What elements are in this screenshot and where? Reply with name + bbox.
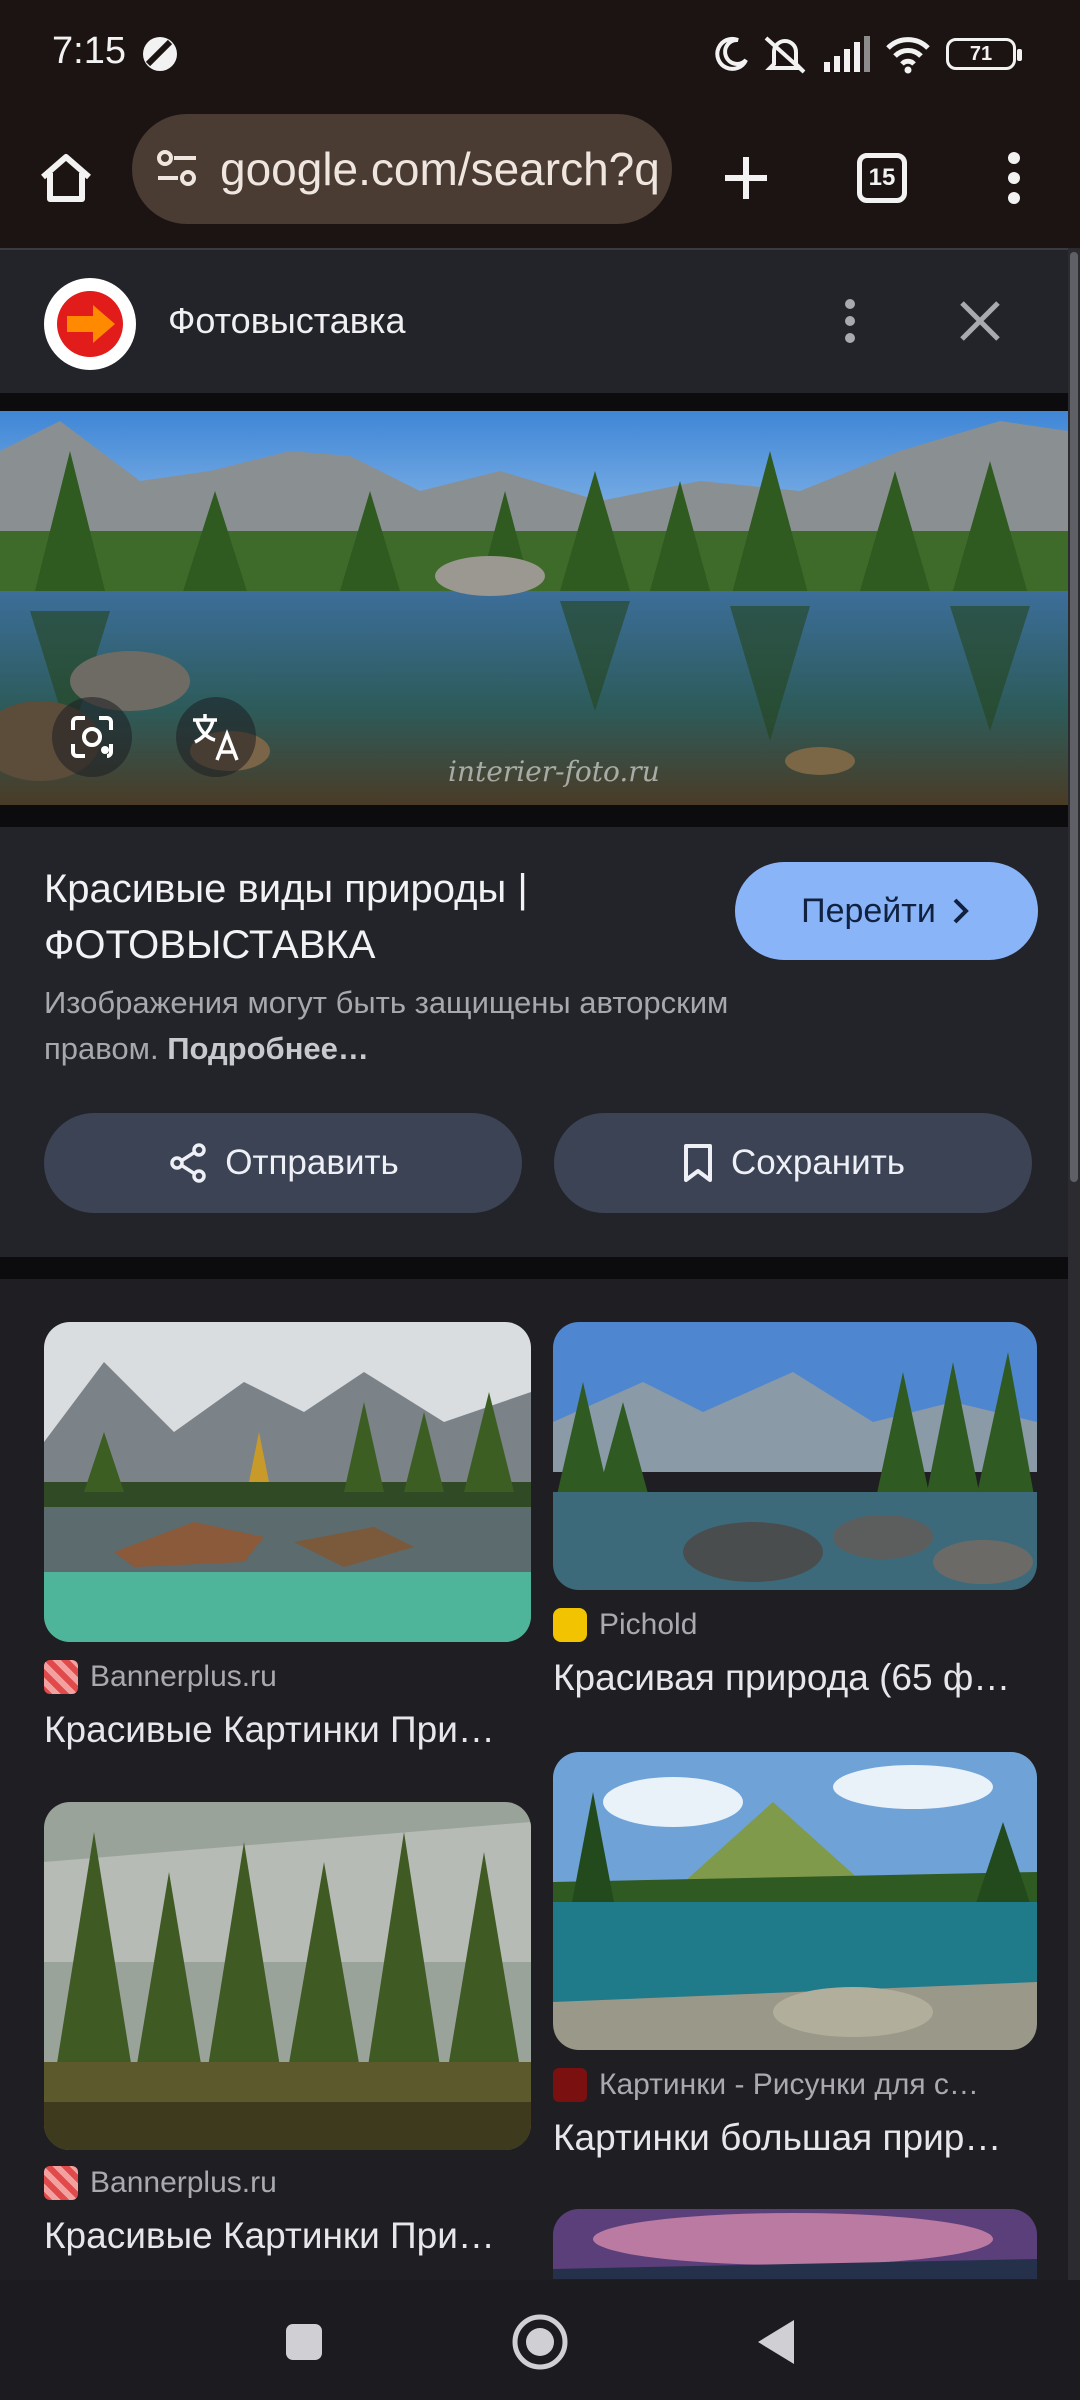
browser-menu-button[interactable] <box>974 138 1054 218</box>
related-source-3: Bannerplus.ru <box>44 2166 277 2200</box>
circle-home-icon <box>512 2314 568 2370</box>
square-recents-icon <box>286 2324 322 2360</box>
share-button[interactable]: Отправить <box>44 1113 522 1213</box>
related-caption-3[interactable]: Красивые Картинки При… <box>44 2215 531 2257</box>
chevron-right-icon <box>953 898 969 924</box>
related-source-4: Картинки - Рисунки для с… <box>553 2068 979 2102</box>
translate-button[interactable] <box>176 697 256 777</box>
result-title[interactable]: Красивые виды природы | ФОТОВЫСТАВКА <box>44 861 684 973</box>
related-source-2: Pichold <box>553 1608 697 1642</box>
status-bar: 7:15 71 <box>0 0 1080 108</box>
source-name: Pichold <box>599 1608 698 1641</box>
battery-icon: 71 <box>946 38 1022 70</box>
bannerplus-favicon-icon <box>44 2166 78 2200</box>
site-name: Фотовыставка <box>168 300 406 341</box>
save-button[interactable]: Сохранить <box>554 1113 1032 1213</box>
more-vert-icon <box>1008 152 1020 204</box>
browser-top-area: 7:15 71 google.com/search?q 15 <box>0 0 1080 248</box>
signal-icon <box>822 34 872 79</box>
separator <box>0 805 1068 827</box>
image-viewer-header: Фотовыставка <box>0 248 1068 393</box>
related-image-2[interactable] <box>553 1322 1037 1590</box>
share-icon <box>170 1143 206 1183</box>
tab-count: 15 <box>857 153 907 203</box>
pichold-favicon-icon <box>553 1608 587 1642</box>
home-nav-button[interactable] <box>500 2302 580 2382</box>
site-settings-icon[interactable] <box>152 144 202 199</box>
separator <box>0 393 1068 411</box>
image-watermark: interier-foto.ru <box>448 755 660 788</box>
visit-site-button[interactable]: Перейти <box>735 862 1038 960</box>
status-time: 7:15 <box>52 30 126 72</box>
tab-switcher-button[interactable]: 15 <box>842 138 922 218</box>
close-icon <box>960 301 1000 341</box>
related-caption-4[interactable]: Картинки большая прир… <box>553 2117 1037 2159</box>
recents-button[interactable] <box>264 2302 344 2382</box>
bannerplus-favicon-icon <box>44 1660 78 1694</box>
triangle-back-icon <box>758 2320 794 2364</box>
bookmark-icon <box>684 1144 713 1182</box>
share-label: Отправить <box>225 1143 399 1182</box>
viewer-close-button[interactable] <box>955 296 1005 351</box>
related-image-3[interactable] <box>44 1802 531 2150</box>
related-image-1[interactable] <box>44 1322 531 1642</box>
main-image[interactable]: interier-foto.ru <box>0 411 1068 805</box>
related-images-grid: Bannerplus.ru Красивые Картинки При… Ban… <box>0 1279 1068 2279</box>
image-info-panel: Красивые виды природы | ФОТОВЫСТАВКА Изо… <box>0 827 1068 1257</box>
related-source-1: Bannerplus.ru <box>44 1660 277 1694</box>
back-button[interactable] <box>736 2302 816 2382</box>
lake-landscape-image <box>0 411 1068 805</box>
source-name: Bannerplus.ru <box>90 2166 277 2199</box>
copyright-notice: Изображения могут быть защищены авторски… <box>44 980 844 1072</box>
viewer-more-button[interactable] <box>825 296 875 351</box>
visit-label: Перейти <box>801 891 936 930</box>
browser-toolbar: google.com/search?q 15 <box>0 108 1080 248</box>
sync-status-icon <box>140 34 180 79</box>
learn-more-link[interactable]: Подробнее… <box>167 1031 369 1066</box>
site-logo <box>44 278 136 370</box>
copyright-text: Изображения могут быть защищены авторски… <box>44 985 729 1066</box>
kartinki-favicon-icon <box>553 2068 587 2102</box>
system-navigation-bar <box>0 2280 1080 2400</box>
source-name: Картинки - Рисунки для с… <box>599 2068 979 2101</box>
translate-icon <box>193 714 239 761</box>
source-name: Bannerplus.ru <box>90 1660 277 1693</box>
home-button[interactable] <box>26 138 106 218</box>
arrow-right-logo-icon <box>57 291 123 357</box>
home-icon <box>41 154 91 202</box>
scrollbar-thumb[interactable] <box>1070 252 1078 1182</box>
plus-icon <box>725 157 767 199</box>
related-image-5[interactable] <box>553 2209 1037 2279</box>
related-image-4[interactable] <box>553 1752 1037 2050</box>
related-caption-1[interactable]: Красивые Картинки При… <box>44 1709 531 1751</box>
save-label: Сохранить <box>731 1143 905 1182</box>
url-text[interactable]: google.com/search?q <box>220 142 660 196</box>
vibrate-off-icon <box>762 34 808 79</box>
more-vert-icon <box>845 299 855 343</box>
google-lens-button[interactable] <box>52 697 132 777</box>
lens-icon <box>71 716 113 758</box>
do-not-disturb-moon-icon <box>712 34 752 79</box>
wifi-icon <box>884 34 932 79</box>
address-bar[interactable]: google.com/search?q <box>132 114 672 224</box>
separator <box>0 1257 1068 1279</box>
related-caption-2[interactable]: Красивая природа (65 ф… <box>553 1657 1037 1699</box>
new-tab-button[interactable] <box>706 138 786 218</box>
